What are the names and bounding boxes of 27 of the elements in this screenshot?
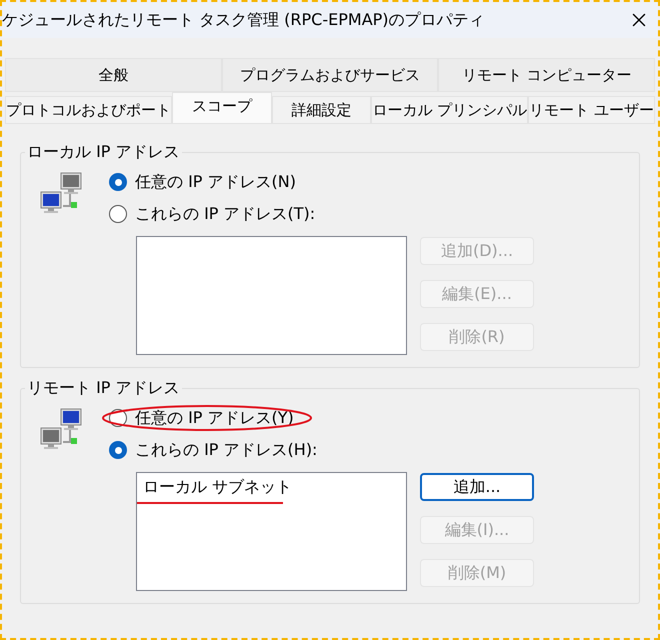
- radio-button[interactable]: [109, 205, 127, 223]
- tab[interactable]: 全般: [5, 58, 222, 92]
- group-title: リモート IP アドレス: [26, 377, 181, 399]
- option-label: 任意の IP アドレス(N): [135, 171, 296, 193]
- tab[interactable]: プロトコルおよびポート: [5, 96, 172, 124]
- option-label: これらの IP アドレス(T):: [135, 203, 316, 225]
- tab[interactable]: スコープ: [172, 92, 272, 124]
- option-label: 任意の IP アドレス(Y): [135, 407, 294, 429]
- network-computers-icon: [39, 408, 83, 452]
- radio-option[interactable]: これらの IP アドレス(H):: [109, 438, 318, 462]
- address-list[interactable]: ローカル サブネット: [136, 472, 407, 591]
- tab[interactable]: 詳細設定: [272, 96, 372, 124]
- tab[interactable]: プログラムおよびサービス: [222, 58, 438, 92]
- network-computers-icon: [39, 172, 83, 216]
- option-label: これらの IP アドレス(H):: [135, 439, 318, 461]
- tab[interactable]: ローカル プリンシパル: [371, 96, 528, 124]
- list-item[interactable]: ローカル サブネット: [143, 475, 400, 499]
- radio-button[interactable]: [109, 441, 127, 459]
- radio-option[interactable]: 任意の IP アドレス(N): [109, 170, 296, 194]
- group-title: ローカル IP アドレス: [26, 141, 181, 163]
- tab[interactable]: リモート ユーザー: [528, 96, 655, 124]
- list-button[interactable]: 追加...: [420, 473, 534, 501]
- address-list[interactable]: [136, 236, 407, 355]
- radio-button[interactable]: [109, 173, 127, 191]
- radio-option[interactable]: これらの IP アドレス(T):: [109, 202, 316, 226]
- window-title: ケジュールされたリモート タスク管理 (RPC-EPMAP)のプロパティ: [2, 9, 485, 31]
- tab[interactable]: リモート コンピューター: [438, 58, 656, 92]
